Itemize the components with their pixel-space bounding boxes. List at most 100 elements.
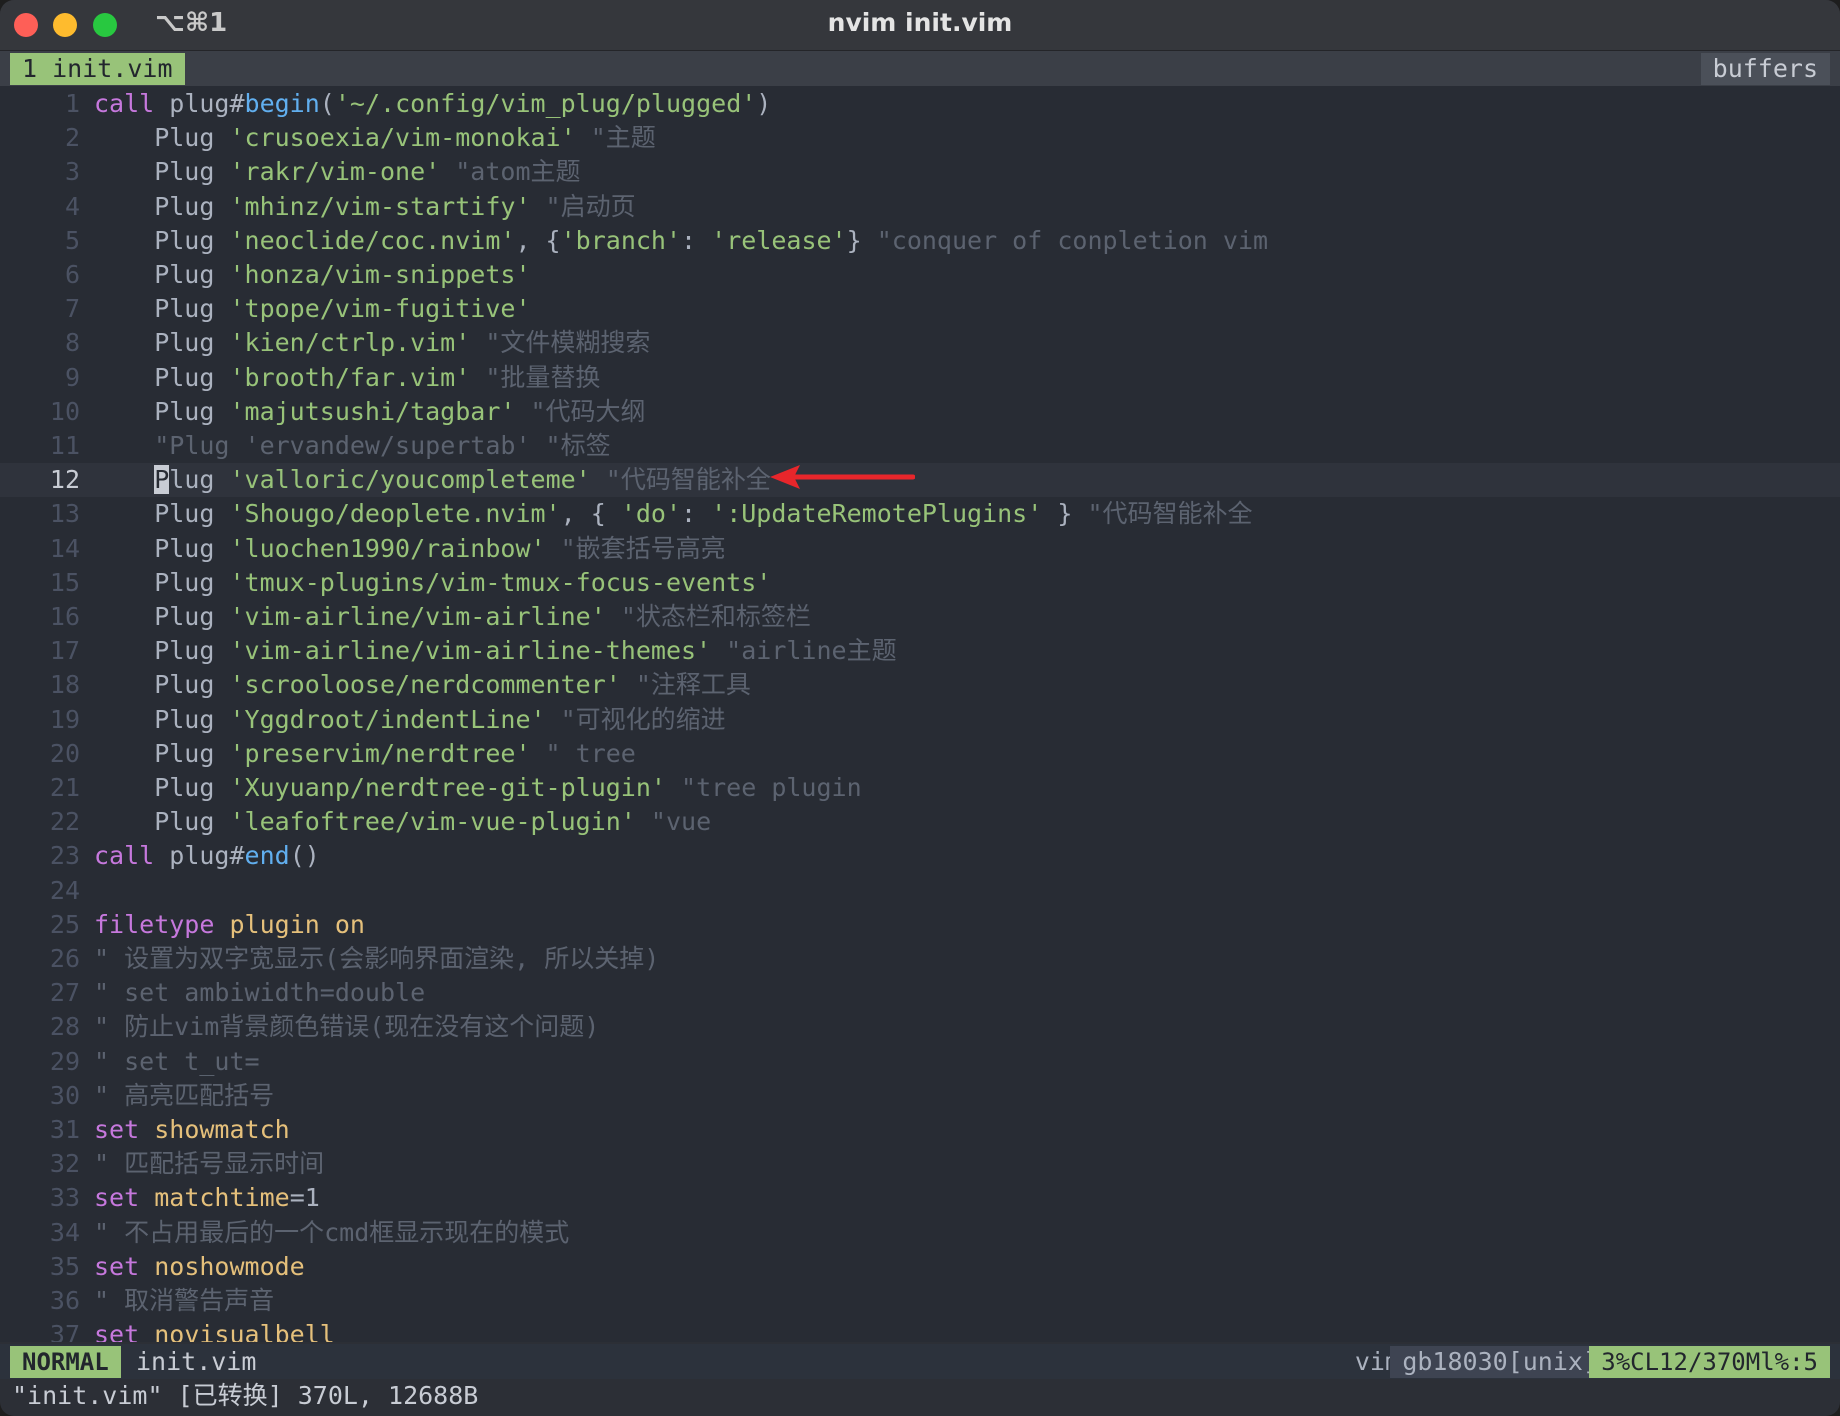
code-line[interactable]: 33 set matchtime=1 — [0, 1181, 1840, 1215]
line-code: Plug 'vim-airline/vim-airline' "状态栏和标签栏 — [94, 600, 811, 634]
code-line[interactable]: 36 " 取消警告声音 — [0, 1284, 1840, 1318]
code-line[interactable]: 3 Plug 'rakr/vim-one' "atom主题 — [0, 155, 1840, 189]
line-code: Plug 'brooth/far.vim' "批量替换 — [94, 361, 600, 395]
code-line[interactable]: 16 Plug 'vim-airline/vim-airline' "状态栏和标… — [0, 600, 1840, 634]
code-token: set — [94, 1183, 140, 1213]
status-encoding: gb18030[unix] — [1390, 1346, 1610, 1378]
code-line[interactable]: 7 Plug 'tpope/vim-fugitive' — [0, 292, 1840, 326]
line-code: Plug 'luochen1990/rainbow' "嵌套括号高亮 — [94, 532, 725, 566]
line-number: 22 — [49, 807, 80, 837]
code-line[interactable]: 9 Plug 'brooth/far.vim' "批量替换 — [0, 361, 1840, 395]
code-token: filetype — [94, 909, 215, 939]
code-token: begin — [244, 89, 320, 118]
code-token: } — [1042, 499, 1073, 529]
code-token: Plug — [94, 533, 230, 563]
code-line[interactable]: 37 set novisualbell — [0, 1318, 1840, 1342]
editor-buffer[interactable]: 1 call plug#begin('~/.config/vim_plug/plu… — [0, 86, 1840, 1342]
terminal-window: ⌥⌘1 nvim init.vim 1 init.vim buffers 1 ca… — [0, 0, 1840, 1416]
code-line[interactable]: 34 " 不占用最后的一个cmd框显示现在的模式 — [0, 1216, 1840, 1250]
buffers-label[interactable]: buffers — [1700, 53, 1830, 85]
code-line[interactable]: 12 Plug 'valloric/youcompleteme' "代码智能补全 — [0, 463, 1840, 498]
code-line[interactable]: 13 Plug 'Shougo/deoplete.nvim', { 'do': … — [0, 497, 1840, 531]
code-token: 'vim-airline/vim-airline' — [229, 602, 606, 631]
code-line[interactable]: 20 Plug 'preservim/nerdtree' " tree — [0, 737, 1840, 771]
line-number: 7 — [64, 294, 80, 324]
code-line[interactable]: 17 Plug 'vim-airline/vim-airline-themes'… — [0, 634, 1840, 668]
code-token: "注释工具 — [620, 670, 751, 700]
code-line[interactable]: 23 call plug#end() — [0, 839, 1840, 873]
code-token: =1 — [289, 1183, 320, 1213]
code-line[interactable]: 5 Plug 'neoclide/coc.nvim', {'branch': '… — [0, 224, 1840, 258]
line-code: " 防止vim背景颜色错误(现在没有这个问题) — [94, 1010, 599, 1044]
title-bar: ⌥⌘1 nvim init.vim — [0, 0, 1840, 51]
code-token: 'tmux-plugins/vim-tmux-focus-events' — [229, 567, 772, 597]
line-code: " 不占用最后的一个cmd框显示现在的模式 — [94, 1216, 569, 1250]
code-token: 'mhinz/vim-startify' — [229, 191, 531, 221]
mode-indicator: NORMAL — [10, 1346, 121, 1378]
code-token: Plug — [94, 396, 230, 426]
code-line[interactable]: 30 " 高亮匹配括号 — [0, 1079, 1840, 1113]
code-line[interactable]: 1 call plug#begin('~/.config/vim_plug/plu… — [0, 87, 1840, 121]
code-line[interactable]: 32 " 匹配括号显示时间 — [0, 1147, 1840, 1181]
code-line[interactable]: 29 " set t_ut= — [0, 1045, 1840, 1079]
code-token: Plug — [94, 260, 230, 289]
code-token: "airline主题 — [711, 636, 897, 666]
code-line[interactable]: 2 Plug 'crusoexia/vim-monokai' "主题 — [0, 121, 1840, 155]
line-code: set matchtime=1 — [94, 1181, 320, 1215]
code-line[interactable]: 24 — [0, 874, 1840, 908]
code-line[interactable]: 26 " 设置为双字宽显示(会影响界面渲染, 所以关掉) — [0, 942, 1840, 976]
line-code: Plug 'scrooloose/nerdcommenter' "注释工具 — [94, 668, 751, 702]
code-line[interactable]: 19 Plug 'Yggdroot/indentLine' "可视化的缩进 — [0, 703, 1840, 737]
line-number: 21 — [49, 773, 80, 802]
code-token: Plug — [94, 636, 230, 666]
code-token: 'luochen1990/rainbow' — [229, 533, 546, 563]
code-line[interactable]: 31 set showmatch — [0, 1113, 1840, 1147]
line-number: 25 — [49, 909, 80, 939]
code-line[interactable]: 10 Plug 'majutsushi/tagbar' "代码大纲 — [0, 395, 1840, 429]
line-code: set noshowmode — [94, 1250, 305, 1284]
code-token: , { — [560, 499, 621, 529]
line-code: Plug 'tmux-plugins/vim-tmux-focus-events… — [94, 566, 771, 600]
code-token: 'scrooloose/nerdcommenter' — [229, 670, 621, 700]
line-number: 35 — [49, 1251, 80, 1281]
command-line-message[interactable]: "init.vim" [已转换] 370L, 12688B — [12, 1379, 478, 1413]
code-token: lug — [169, 465, 230, 495]
code-token: on — [334, 909, 365, 939]
line-number: 4 — [64, 191, 80, 221]
line-code: set showmatch — [94, 1113, 290, 1147]
code-token: matchtime — [154, 1183, 290, 1213]
code-token: "atom主题 — [440, 157, 581, 187]
code-line[interactable]: 11 "Plug 'ervandew/supertab' "标签 — [0, 429, 1840, 463]
line-code: Plug 'leafoftree/vim-vue-plugin' "vue — [94, 805, 711, 839]
code-token: 'Shougo/deoplete.nvim' — [229, 499, 561, 529]
code-token: 'Yggdroot/indentLine' — [229, 704, 546, 734]
code-line[interactable]: 27 " set ambiwidth=double — [0, 976, 1840, 1010]
code-token: , { — [515, 225, 561, 255]
code-line[interactable]: 28 " 防止vim背景颜色错误(现在没有这个问题) — [0, 1010, 1840, 1044]
code-line[interactable]: 8 Plug 'kien/ctrlp.vim' "文件模糊搜索 — [0, 326, 1840, 360]
code-token: : — [681, 499, 712, 529]
line-code: "Plug 'ervandew/supertab' "标签 — [94, 429, 610, 463]
code-line[interactable]: 15 Plug 'tmux-plugins/vim-tmux-focus-eve… — [0, 566, 1840, 600]
line-code: " 设置为双字宽显示(会影响界面渲染, 所以关掉) — [94, 942, 659, 976]
code-token: end — [244, 841, 290, 871]
code-line[interactable]: 35 set noshowmode — [0, 1250, 1840, 1284]
line-code: Plug 'vim-airline/vim-airline-themes' "a… — [94, 634, 897, 668]
code-token: "代码智能补全 — [1072, 499, 1253, 529]
line-code: call plug#end() — [94, 839, 320, 873]
code-line[interactable]: 6 Plug 'honza/vim-snippets' — [0, 258, 1840, 292]
tab-init-vim[interactable]: 1 init.vim — [10, 53, 185, 85]
code-token: set — [94, 1251, 140, 1281]
code-line[interactable]: 14 Plug 'luochen1990/rainbow' "嵌套括号高亮 — [0, 532, 1840, 566]
code-line[interactable]: 18 Plug 'scrooloose/nerdcommenter' "注释工具 — [0, 668, 1840, 702]
code-line[interactable]: 21 Plug 'Xuyuanp/nerdtree-git-plugin' "t… — [0, 771, 1840, 805]
code-line[interactable]: 4 Plug 'mhinz/vim-startify' "启动页 — [0, 190, 1840, 224]
line-code: filetype plugin on — [94, 908, 365, 942]
code-token: plugin — [229, 909, 320, 939]
code-line[interactable]: 25 filetype plugin on — [0, 908, 1840, 942]
code-line[interactable]: 22 Plug 'leafoftree/vim-vue-plugin' "vue — [0, 805, 1840, 839]
